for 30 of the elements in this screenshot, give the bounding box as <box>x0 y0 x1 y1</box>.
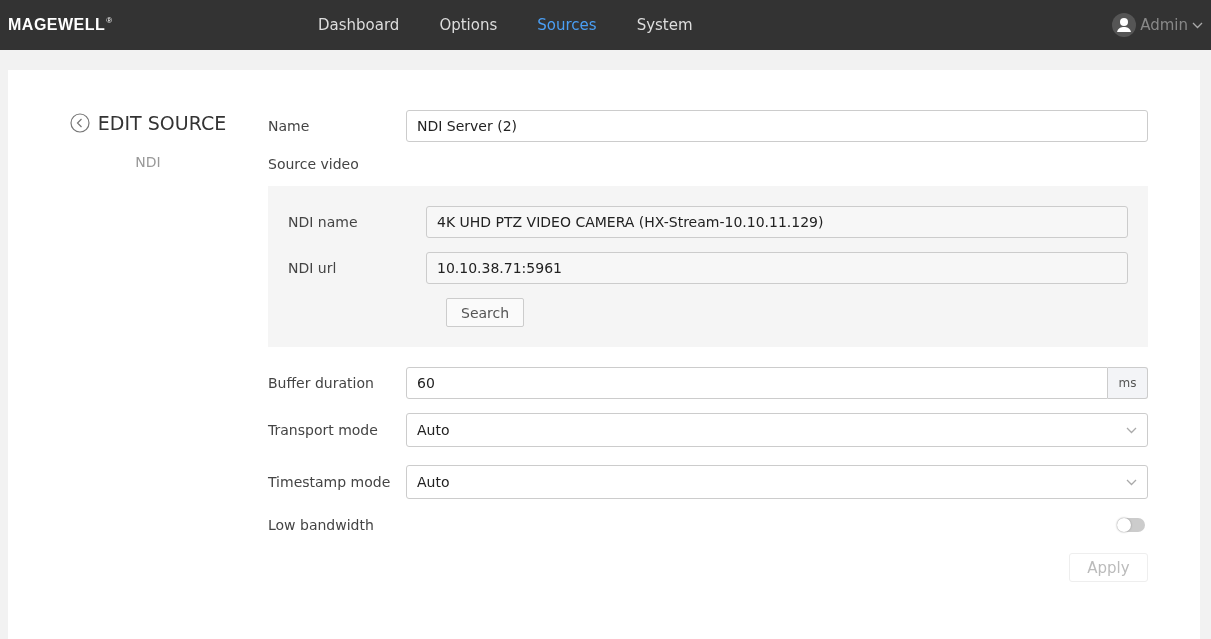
logo: MAGEWELL$^{®}$ <box>8 16 114 34</box>
chevron-down-icon <box>1126 426 1137 434</box>
name-field[interactable]: NDI Server (2) <box>406 110 1148 142</box>
user-name[interactable]: Admin <box>1140 16 1188 34</box>
field-label: NDI name <box>288 214 359 230</box>
unit-addon: ms <box>1108 367 1148 399</box>
ndi-name-field[interactable]: 4K UHD PTZ VIDEO CAMERA (HX-Stream-10.10.11.129) <box>426 206 1128 238</box>
nav-tab[interactable]: System <box>616 16 713 34</box>
section-label: Source video <box>268 156 360 172</box>
nav-tab[interactable]: Dashboard <box>298 16 420 34</box>
field-label: Low bandwidth <box>268 517 375 533</box>
field-label: Timestamp mode <box>268 474 392 490</box>
user-avatar-icon <box>1112 13 1137 37</box>
buffer-duration-field[interactable]: 60 <box>406 367 1108 399</box>
mode-dropdown[interactable]: Auto <box>406 465 1148 499</box>
search-button[interactable]: Search <box>446 298 525 327</box>
nav-tab[interactable]: Sources <box>517 16 617 34</box>
nav-tab[interactable]: Options <box>419 16 518 34</box>
mode-dropdown[interactable]: Auto <box>406 413 1148 447</box>
ndi-url-field[interactable]: 10.10.38.71:5961 <box>426 252 1128 284</box>
back-icon[interactable] <box>69 113 90 133</box>
page-subtitle: NDI <box>135 154 161 170</box>
field-label: NDI url <box>288 260 338 276</box>
field-label: Buffer duration <box>268 375 375 391</box>
chevron-down-icon <box>1192 21 1203 29</box>
field-label: Name <box>268 118 311 134</box>
page-title: EDIT SOURCE <box>97 112 227 134</box>
field-label: Transport mode <box>268 422 379 438</box>
chevron-down-icon <box>1126 478 1137 486</box>
low-bandwidth-toggle[interactable] <box>1117 518 1145 532</box>
